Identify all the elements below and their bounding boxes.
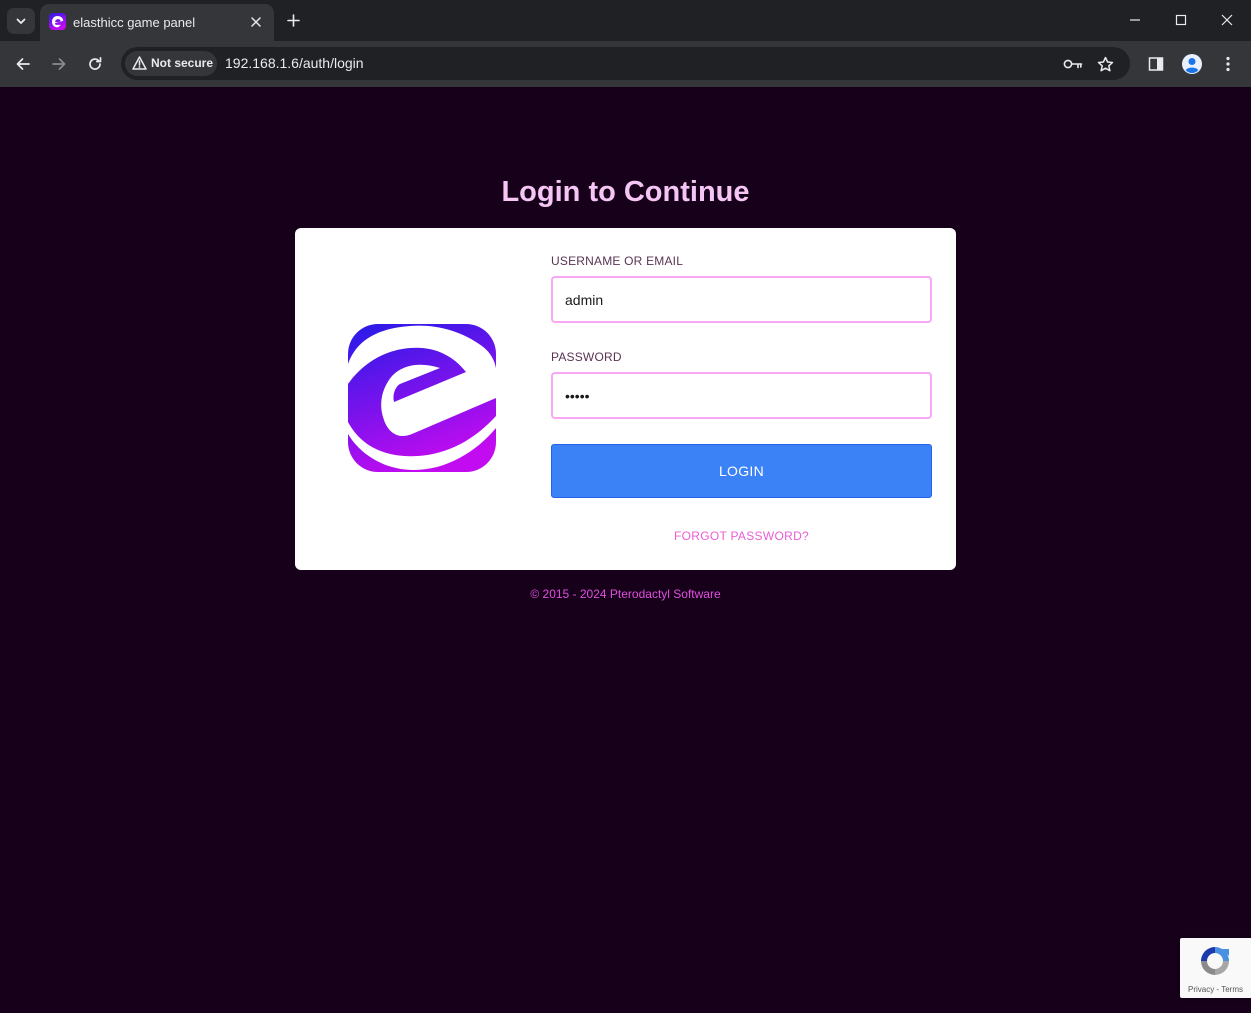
arrow-right-icon xyxy=(52,58,66,70)
recaptcha-badge[interactable]: Privacy - Terms xyxy=(1180,938,1251,998)
star-icon xyxy=(1097,56,1113,71)
arrow-left-icon xyxy=(16,58,30,70)
security-label: Not secure xyxy=(151,56,214,70)
chevron-down-icon xyxy=(16,18,26,24)
browser-tab[interactable]: elasthicc game panel xyxy=(40,4,274,41)
window-close-button[interactable] xyxy=(1213,6,1241,34)
new-tab-button[interactable] xyxy=(282,9,304,31)
profile-icon xyxy=(1182,54,1202,74)
warning-triangle-icon xyxy=(132,56,147,70)
forgot-password-link[interactable]: FORGOT PASSWORD? xyxy=(551,529,932,543)
recaptcha-terms-link[interactable]: Terms xyxy=(1221,985,1243,994)
reload-button[interactable] xyxy=(81,50,109,78)
plus-icon xyxy=(286,13,300,27)
elasthicc-logo-icon xyxy=(348,324,496,472)
bookmark-button[interactable] xyxy=(1094,53,1116,75)
browser-tab-bar: elasthicc game panel xyxy=(0,0,1251,41)
page-title: Login to Continue xyxy=(501,176,750,208)
close-icon xyxy=(251,17,261,27)
maximize-button[interactable] xyxy=(1167,6,1195,34)
password-key-button[interactable] xyxy=(1062,53,1084,75)
username-label: USERNAME OR EMAIL xyxy=(551,254,684,268)
recaptcha-privacy-link[interactable]: Privacy xyxy=(1188,985,1214,994)
tab-close-button[interactable] xyxy=(247,13,265,31)
reload-icon xyxy=(89,56,102,70)
forward-button[interactable] xyxy=(45,50,73,78)
browser-menu-button[interactable] xyxy=(1214,50,1242,78)
elasthicc-logo-icon xyxy=(49,13,66,30)
username-input[interactable] xyxy=(551,276,932,323)
browser-toolbar: Not secure 192.168.1.6/auth/login xyxy=(0,41,1251,87)
footer-copyright: © 2015 - 2024 Pterodactyl Software xyxy=(530,587,721,601)
tab-search-button[interactable] xyxy=(7,8,35,34)
maximize-icon xyxy=(1175,14,1187,26)
kebab-menu-icon xyxy=(1226,56,1230,72)
minimize-icon xyxy=(1130,19,1140,21)
password-label: PASSWORD xyxy=(551,350,622,364)
side-panel-button[interactable] xyxy=(1142,50,1170,78)
url-text[interactable]: 192.168.1.6/auth/login xyxy=(225,55,364,71)
minimize-button[interactable] xyxy=(1121,6,1149,34)
login-card: USERNAME OR EMAIL PASSWORD LOGIN FORGOT … xyxy=(295,228,956,570)
recaptcha-icon xyxy=(1201,947,1229,975)
security-chip[interactable]: Not secure xyxy=(125,51,217,76)
close-icon xyxy=(1221,14,1233,26)
side-panel-icon xyxy=(1148,57,1164,71)
back-button[interactable] xyxy=(9,50,37,78)
profile-button[interactable] xyxy=(1178,50,1206,78)
recaptcha-links: Privacy - Terms xyxy=(1180,985,1251,994)
password-input[interactable] xyxy=(551,372,932,419)
login-button[interactable]: LOGIN xyxy=(551,444,932,498)
tab-title: elasthicc game panel xyxy=(73,15,196,30)
address-bar[interactable]: Not secure 192.168.1.6/auth/login xyxy=(121,47,1130,80)
key-icon xyxy=(1063,59,1083,69)
